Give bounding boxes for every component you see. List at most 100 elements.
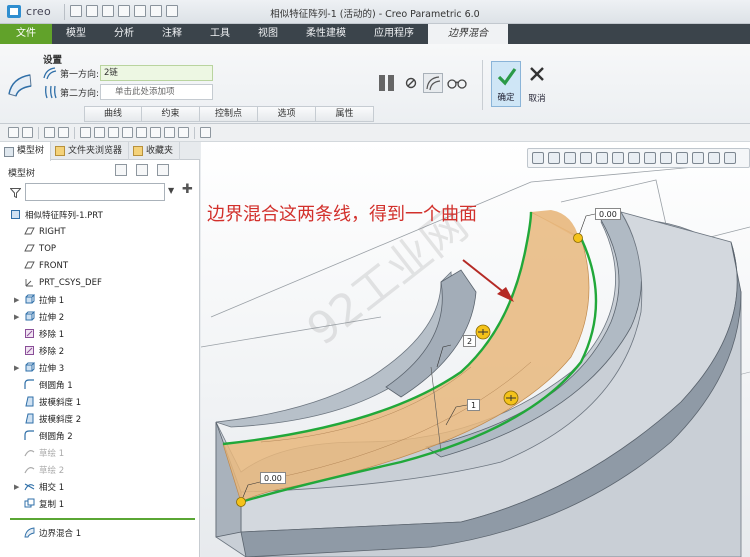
subtab-options[interactable]: 选项 bbox=[258, 106, 316, 122]
select-icon[interactable] bbox=[122, 127, 133, 138]
tree-node[interactable]: ▶ 拉伸 2 bbox=[0, 308, 200, 325]
tree-node[interactable]: TOP bbox=[0, 240, 200, 257]
tab-view[interactable]: 视图 bbox=[244, 24, 292, 44]
add-icon[interactable]: ✚ bbox=[182, 182, 193, 197]
chain-label-2[interactable]: 2 bbox=[463, 335, 477, 347]
saved-orientations-icon[interactable] bbox=[612, 152, 624, 164]
windows-icon[interactable] bbox=[94, 127, 105, 138]
show-icon[interactable] bbox=[136, 164, 148, 176]
customize-icon[interactable] bbox=[200, 127, 211, 138]
datum-display-icon[interactable] bbox=[676, 152, 688, 164]
tree-node[interactable]: 移除 2 bbox=[0, 342, 200, 359]
filter-icon[interactable] bbox=[136, 127, 147, 138]
settings-label: 设置 bbox=[43, 55, 63, 66]
subtab-properties[interactable]: 属性 bbox=[316, 106, 374, 122]
view-manager-icon[interactable] bbox=[628, 152, 640, 164]
sketch-icon bbox=[24, 467, 35, 474]
insert-indicator[interactable] bbox=[10, 518, 195, 520]
tree-node[interactable]: 移除 1 bbox=[0, 325, 200, 342]
tree-node[interactable]: ▶ 拉伸 1 bbox=[0, 291, 200, 308]
tab-model[interactable]: 模型 bbox=[52, 24, 100, 44]
tree-columns-icon[interactable] bbox=[157, 164, 169, 176]
display-style-icon[interactable] bbox=[596, 152, 608, 164]
pause-button[interactable] bbox=[377, 74, 397, 92]
filter-icon[interactable] bbox=[10, 188, 21, 198]
tree-node[interactable]: 草绘 2 bbox=[0, 461, 200, 478]
refit-icon[interactable] bbox=[532, 152, 544, 164]
tab-file[interactable]: 文件 bbox=[0, 24, 52, 44]
tree-node[interactable]: 倒圆角 2 bbox=[0, 427, 200, 444]
tree-node-active[interactable]: 边界混合 1 bbox=[0, 524, 200, 541]
tree-node-root[interactable]: 相似特征阵列-1.PRT bbox=[0, 206, 200, 223]
tree-node[interactable]: 复制 1 bbox=[0, 495, 200, 512]
tab-applications[interactable]: 应用程序 bbox=[360, 24, 428, 44]
first-direction-row: 第一方向: 2链 bbox=[43, 65, 213, 81]
tree-node[interactable]: FRONT bbox=[0, 257, 200, 274]
close-window-icon[interactable] bbox=[108, 127, 119, 138]
save-icon[interactable] bbox=[22, 127, 33, 138]
dashboard-subtabs: 曲线 约束 控制点 选项 属性 bbox=[84, 106, 374, 122]
chevron-down-icon[interactable]: ▼ bbox=[168, 186, 174, 195]
ok-button[interactable]: 确定 bbox=[491, 61, 521, 107]
repaint-icon[interactable] bbox=[150, 127, 161, 138]
annotation-display-icon[interactable] bbox=[692, 152, 704, 164]
tab-favorites[interactable]: 收藏夹 bbox=[129, 142, 181, 160]
tree-node[interactable]: 拔模斜度 2 bbox=[0, 410, 200, 427]
tree-node-label: 拔模斜度 2 bbox=[39, 414, 82, 425]
tab-tools[interactable]: 工具 bbox=[196, 24, 244, 44]
zoom-out-icon[interactable] bbox=[564, 152, 576, 164]
graphics-area[interactable]: 92工业网 边界混合这两条线，得到一个曲面 0.00 0.00 2 1 bbox=[201, 142, 750, 557]
tree-node[interactable]: PRT_CSYS_DEF bbox=[0, 274, 200, 291]
subtab-constraints[interactable]: 约束 bbox=[142, 106, 200, 122]
subtab-curves[interactable]: 曲线 bbox=[84, 106, 142, 122]
tree-node-label: 倒圆角 1 bbox=[39, 380, 73, 391]
first-direction-collector[interactable]: 2链 bbox=[100, 65, 213, 81]
tab-model-tree[interactable]: 模型树 bbox=[0, 142, 52, 161]
undo-icon[interactable] bbox=[44, 127, 55, 138]
subtab-control-points[interactable]: 控制点 bbox=[200, 106, 258, 122]
zoom-in-icon[interactable] bbox=[548, 152, 560, 164]
title-bar: creo 相似特征阵列-1 (活动的) - Creo Parametric 6.… bbox=[0, 0, 750, 24]
checkmark-icon bbox=[497, 68, 517, 86]
tree-node[interactable]: ▶ 相交 1 bbox=[0, 478, 200, 495]
chain-label-1[interactable]: 1 bbox=[467, 399, 481, 411]
tree-search-input[interactable] bbox=[25, 183, 165, 201]
second-direction-collector[interactable]: 单击此处添加项 bbox=[100, 84, 213, 100]
datum-plane-icon bbox=[24, 261, 35, 269]
tree-node[interactable]: 草绘 1 bbox=[0, 444, 200, 461]
spin-center-icon[interactable] bbox=[708, 152, 720, 164]
tree-node[interactable]: 拔模斜度 1 bbox=[0, 393, 200, 410]
more-icon[interactable] bbox=[724, 152, 736, 164]
display-style-icon[interactable] bbox=[178, 127, 189, 138]
tab-boundary-blend[interactable]: 边界混合 bbox=[428, 24, 508, 44]
zoom-icon[interactable] bbox=[164, 127, 175, 138]
repaint-icon[interactable] bbox=[580, 152, 592, 164]
perspective-icon[interactable] bbox=[644, 152, 656, 164]
cancel-label: 取消 bbox=[528, 94, 546, 104]
tab-flexible-modeling[interactable]: 柔性建模 bbox=[292, 24, 360, 44]
expand-arrow-icon[interactable]: ▶ bbox=[14, 313, 19, 321]
tab-analysis[interactable]: 分析 bbox=[100, 24, 148, 44]
tree-node[interactable]: ▶ 拉伸 3 bbox=[0, 359, 200, 376]
tree-tools bbox=[115, 164, 169, 176]
tab-folder-browser[interactable]: 文件夹浏览器 bbox=[51, 142, 130, 160]
expand-arrow-icon[interactable]: ▶ bbox=[14, 364, 19, 372]
cancel-button[interactable]: 取消 bbox=[524, 61, 550, 107]
section-icon[interactable] bbox=[660, 152, 672, 164]
new-icon[interactable] bbox=[8, 127, 19, 138]
model-tree-header: 模型树 bbox=[8, 169, 36, 179]
tree-node-label: 拔模斜度 1 bbox=[39, 397, 82, 408]
preview-geometry-icon[interactable] bbox=[423, 73, 443, 93]
verify-glasses-icon[interactable] bbox=[447, 77, 467, 89]
tab-annotate[interactable]: 注释 bbox=[148, 24, 196, 44]
dimension-label-bottom[interactable]: 0.00 bbox=[260, 472, 286, 484]
dimension-label-top[interactable]: 0.00 bbox=[595, 208, 621, 220]
settings-icon[interactable] bbox=[115, 164, 127, 176]
regenerate-icon[interactable] bbox=[80, 127, 91, 138]
no-preview-icon[interactable] bbox=[405, 77, 417, 89]
tree-node[interactable]: RIGHT bbox=[0, 223, 200, 240]
tree-node[interactable]: 倒圆角 1 bbox=[0, 376, 200, 393]
redo-icon[interactable] bbox=[58, 127, 69, 138]
expand-arrow-icon[interactable]: ▶ bbox=[14, 483, 19, 491]
expand-arrow-icon[interactable]: ▶ bbox=[14, 296, 19, 304]
